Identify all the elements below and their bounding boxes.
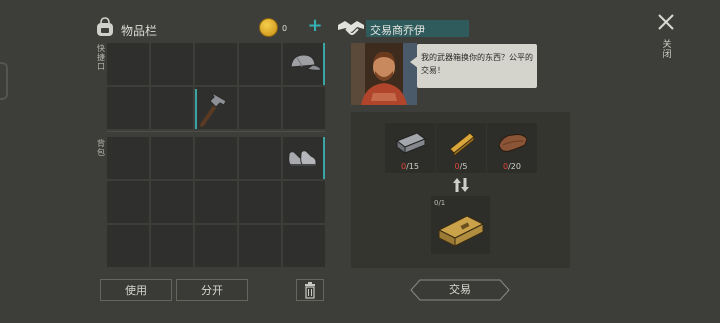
requirement-count-wood: 0/5 (454, 162, 468, 171)
backpack-label: 背包 (97, 139, 105, 157)
trader-title: 交易商乔伊 (370, 24, 425, 37)
hammer-icon[interactable] (190, 87, 236, 129)
add-coins-button[interactable]: + (306, 17, 324, 35)
quick-slot[interactable] (107, 87, 149, 129)
close-label[interactable]: 关闭 (662, 40, 672, 60)
backpack-slot[interactable] (107, 225, 149, 267)
backpack-slot[interactable] (239, 181, 281, 223)
trader-portrait (351, 43, 417, 105)
leather-icon (498, 134, 528, 152)
trader-dialog: 我的武器箱换你的东西？公平的交易！ (421, 53, 533, 75)
coin-icon (259, 18, 278, 37)
handshake-icon (338, 21, 364, 35)
coin-amount: 0 (282, 24, 288, 33)
quick-slot-cap[interactable] (283, 43, 325, 85)
trade-button-label: 交易 (449, 283, 471, 296)
shoes-icon (288, 150, 317, 166)
side-drawer-handle[interactable] (0, 62, 8, 100)
trash-icon (305, 282, 315, 299)
trade-button[interactable]: 交易 (410, 279, 510, 301)
quick-slot[interactable] (195, 43, 237, 85)
cap-icon (290, 54, 322, 71)
backpack-slot[interactable] (195, 181, 237, 223)
backpack-slot[interactable] (195, 137, 237, 179)
quick-slot[interactable] (151, 43, 193, 85)
use-button[interactable]: 使用 (100, 279, 172, 301)
split-button[interactable]: 分开 (176, 279, 248, 301)
backpack-slot[interactable] (283, 181, 325, 223)
quick-slots-label: 快捷口 (97, 44, 105, 71)
backpack-icon (97, 17, 113, 36)
metal-ingot-icon (395, 132, 427, 154)
backpack-slot[interactable] (107, 137, 149, 179)
quick-slot[interactable] (107, 43, 149, 85)
quick-slot[interactable] (239, 87, 281, 129)
backpack-slot[interactable] (195, 225, 237, 267)
backpack-slot[interactable] (239, 225, 281, 267)
backpack-grid (107, 137, 325, 267)
requirement-count-leather: 0/20 (503, 162, 521, 171)
quick-slot[interactable] (151, 87, 193, 129)
exchange-arrows-icon (453, 178, 469, 192)
requirement-count-metal: 0/15 (401, 162, 419, 171)
backpack-slot[interactable] (107, 181, 149, 223)
trade-result-count: 0/1 (434, 199, 446, 207)
backpack-slot[interactable] (151, 181, 193, 223)
wood-plank-icon (449, 132, 475, 158)
backpack-slot[interactable] (283, 225, 325, 267)
close-icon[interactable] (656, 12, 676, 32)
backpack-slot[interactable] (151, 137, 193, 179)
backpack-slot-shoes[interactable] (283, 137, 325, 179)
section-divider (107, 131, 325, 132)
quick-slot[interactable] (239, 43, 281, 85)
backpack-slot[interactable] (151, 225, 193, 267)
backpack-slot[interactable] (239, 137, 281, 179)
trash-button[interactable] (296, 279, 324, 301)
inventory-title: 物品栏 (121, 24, 158, 38)
quick-slot[interactable] (283, 87, 325, 129)
